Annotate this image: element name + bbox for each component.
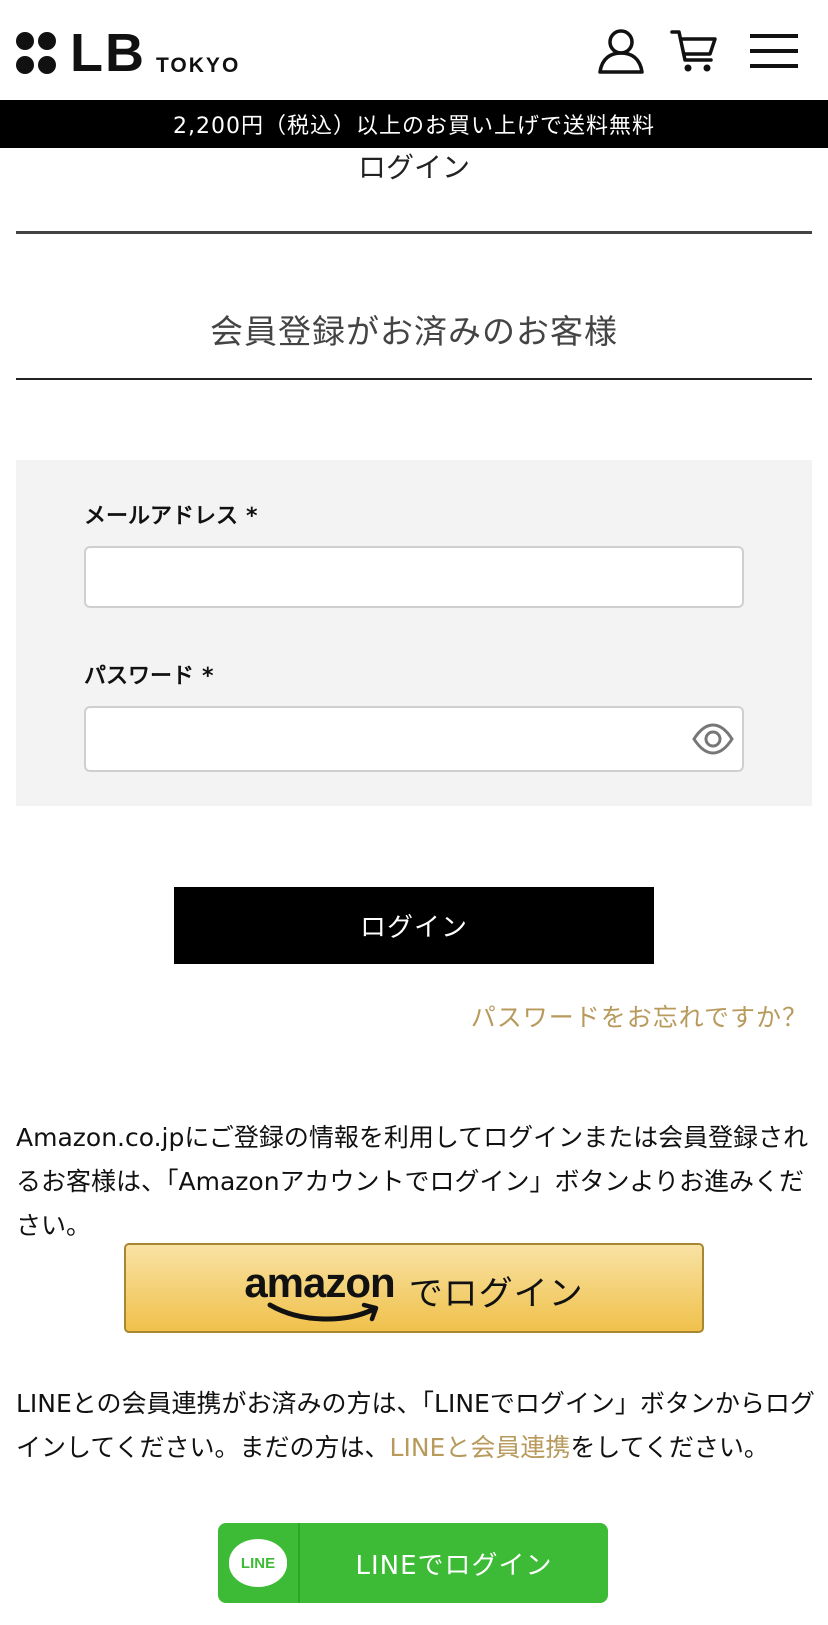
line-button-label: LINEでログイン [355, 1550, 553, 1581]
line-link-account-link[interactable]: LINEと会員連携 [390, 1433, 571, 1462]
amazon-login-button[interactable]: amazon でログイン [124, 1243, 704, 1333]
line-login-button[interactable]: LINE LINEでログイン [218, 1523, 608, 1603]
forgot-password-link[interactable]: パスワードをお忘れですか？ [471, 998, 808, 1034]
menu-icon[interactable] [750, 26, 800, 76]
divider [16, 231, 812, 234]
amazon-button-label: でログイン [408, 1273, 584, 1314]
section-title: 会員登録がお済みのお客様 [210, 312, 618, 351]
email-label-text: メールアドレス [84, 504, 239, 529]
logo-dots-icon [16, 32, 60, 76]
divider [16, 378, 812, 380]
line-login-description: LINEとの会員連携がお済みの方は、「LINEでログイン」ボタンからログインして… [16, 1382, 816, 1470]
line-icon: LINE [229, 1539, 287, 1587]
amazon-smile-icon [267, 1302, 379, 1322]
show-password-eye-icon[interactable] [692, 722, 734, 756]
line-icon-area: LINE [218, 1523, 300, 1603]
site-logo[interactable]: LB TOKYO [16, 23, 241, 83]
logo-sub-text: TOKYO [155, 54, 241, 77]
amazon-login-description: Amazon.co.jpにご登録の情報を利用してログインまたは会員登録されるお客… [16, 1123, 809, 1240]
email-label: メールアドレス * [84, 498, 258, 530]
login-button[interactable]: ログイン [174, 887, 654, 964]
password-label-text: パスワード [84, 664, 195, 689]
logo-main-text: LB [70, 23, 146, 83]
password-field[interactable] [84, 706, 744, 772]
required-mark: * [246, 504, 258, 529]
free-shipping-banner: 2,200円（税込）以上のお買い上げで送料無料 [0, 100, 828, 148]
site-header: LB TOKYO [0, 0, 828, 100]
user-icon[interactable] [596, 26, 646, 76]
required-mark: * [202, 664, 214, 689]
line-description-text-end: をしてください。 [570, 1433, 769, 1462]
amazon-logo: amazon [244, 1259, 396, 1322]
email-field[interactable] [84, 546, 744, 608]
password-label: パスワード * [84, 658, 214, 690]
cart-icon[interactable] [670, 26, 720, 76]
page-title: ログイン [357, 151, 470, 184]
